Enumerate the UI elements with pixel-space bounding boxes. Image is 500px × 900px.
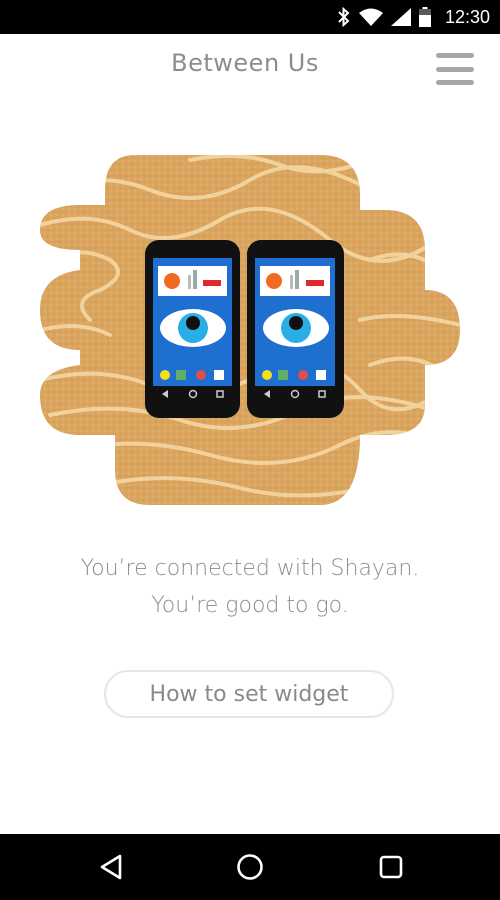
back-triangle-icon[interactable]	[96, 852, 126, 882]
home-circle-icon[interactable]	[235, 852, 265, 882]
menu-line	[436, 66, 474, 72]
message-line-2: You’re good to go.	[151, 593, 349, 618]
wifi-icon	[358, 8, 383, 26]
status-icons: 12:30	[337, 0, 490, 34]
two-phones-eye-illustration	[40, 155, 460, 505]
status-bar: 12:30	[0, 0, 500, 34]
menu-line	[436, 80, 474, 85]
system-nav-bar	[0, 834, 500, 900]
phone-right	[247, 240, 344, 418]
phone-left	[145, 240, 240, 418]
app-header: Between Us	[0, 34, 500, 104]
status-time: 12:30	[444, 6, 490, 27]
app-title: Between Us	[171, 49, 319, 77]
how-to-set-widget-button[interactable]: How to set widget	[104, 670, 394, 718]
hamburger-menu-icon[interactable]	[436, 53, 474, 85]
bluetooth-icon	[338, 7, 350, 27]
connection-message: You’re connected with Shayan. You’re goo…	[0, 550, 500, 624]
signal-icon	[390, 8, 411, 26]
battery-icon	[418, 7, 431, 27]
menu-line	[436, 53, 474, 58]
recents-square-icon[interactable]	[376, 852, 406, 882]
message-line-1: You’re connected with Shayan.	[80, 556, 420, 581]
